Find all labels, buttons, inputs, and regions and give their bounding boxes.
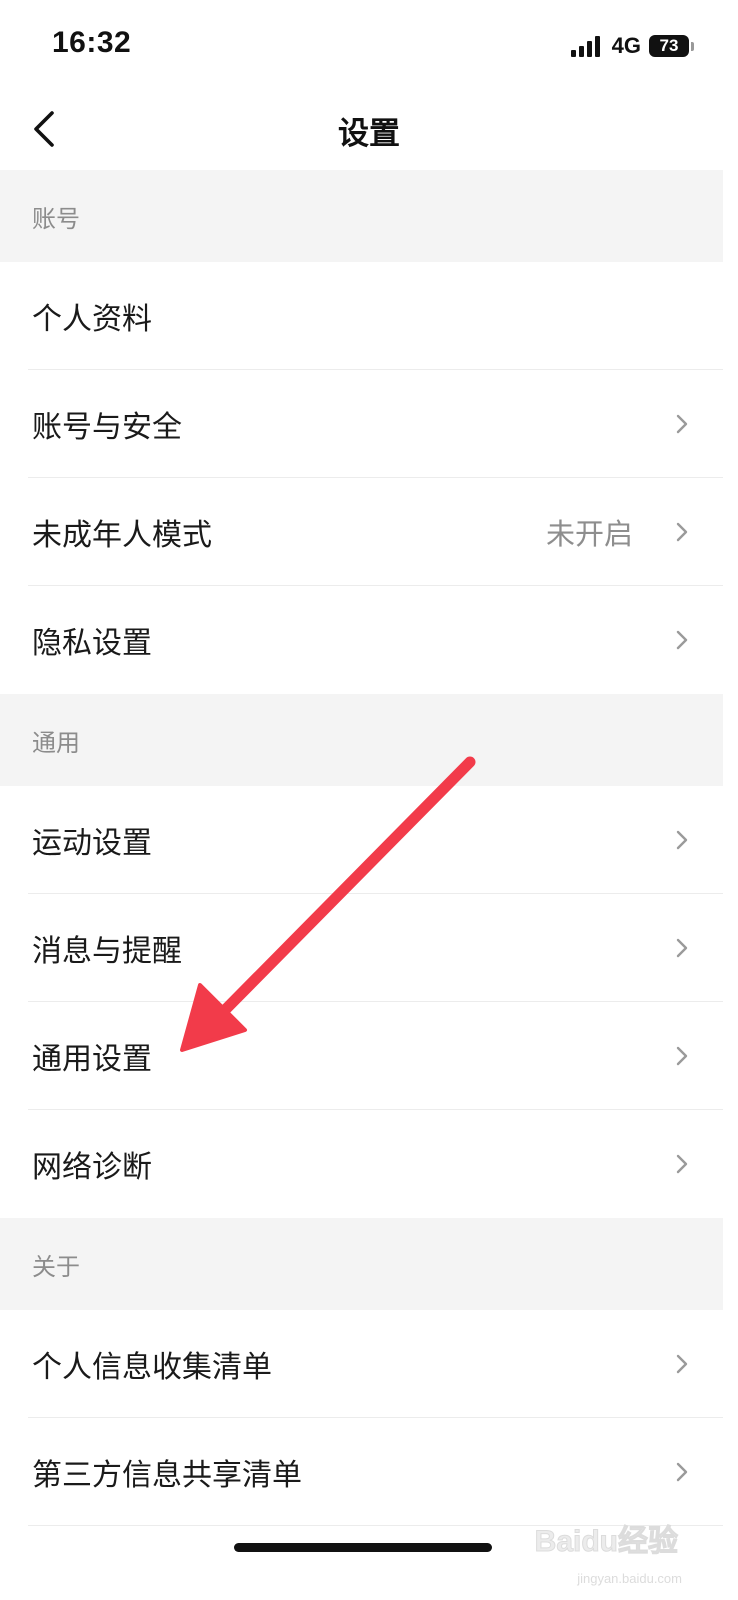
chevron-right-icon xyxy=(676,1462,688,1482)
status-icons: 4G 73 xyxy=(570,33,694,59)
section-header-about: 关于 xyxy=(0,1218,723,1310)
chevron-right-icon xyxy=(676,938,688,958)
settings-list: 账号 个人资料 账号与安全 未成年人模式 未开启 隐私设置 通用 运动设置 消息… xyxy=(0,170,723,1526)
settings-item-privacy[interactable]: 隐私设置 xyxy=(0,586,723,694)
watermark-url: jingyan.baidu.com xyxy=(577,1571,682,1586)
settings-item-label: 隐私设置 xyxy=(32,626,152,661)
settings-item-label: 消息与提醒 xyxy=(32,934,182,969)
network-type: 4G xyxy=(611,33,641,58)
settings-item-sport[interactable]: 运动设置 xyxy=(0,786,723,894)
status-bar: 16:32 4G 73 xyxy=(0,0,738,92)
navigation-bar: 设置 xyxy=(0,92,738,170)
battery-level: 73 xyxy=(659,36,679,55)
settings-item-label: 个人信息收集清单 xyxy=(32,1350,272,1385)
watermark: Baidu经验 xyxy=(534,1516,678,1560)
status-time: 16:32 xyxy=(52,26,132,59)
right-gutter xyxy=(723,0,738,1600)
settings-item-network-diagnosis[interactable]: 网络诊断 xyxy=(0,1110,723,1218)
settings-item-label: 运动设置 xyxy=(32,826,152,861)
settings-item-label: 通用设置 xyxy=(32,1042,152,1077)
settings-item-label: 未成年人模式 xyxy=(32,518,212,553)
battery-tip xyxy=(691,41,694,51)
chevron-right-icon xyxy=(676,630,688,650)
settings-item-account-security[interactable]: 账号与安全 xyxy=(0,370,723,478)
chevron-right-icon xyxy=(676,1046,688,1066)
section-header-account: 账号 xyxy=(0,170,723,262)
settings-item-label: 个人资料 xyxy=(32,302,152,337)
settings-item-label: 第三方信息共享清单 xyxy=(32,1458,302,1493)
settings-item-third-party-list[interactable]: 第三方信息共享清单 xyxy=(0,1418,723,1526)
settings-item-profile[interactable]: 个人资料 xyxy=(0,262,723,370)
settings-item-minor-mode[interactable]: 未成年人模式 未开启 xyxy=(0,478,723,586)
chevron-right-icon xyxy=(676,522,688,542)
signal-icon xyxy=(570,35,600,57)
settings-item-label: 账号与安全 xyxy=(32,410,182,445)
settings-item-personal-info-list[interactable]: 个人信息收集清单 xyxy=(0,1310,723,1418)
settings-item-notifications[interactable]: 消息与提醒 xyxy=(0,894,723,1002)
watermark-logo: Baidu经验 xyxy=(534,1525,678,1559)
home-indicator[interactable] xyxy=(234,1543,492,1552)
settings-item-label: 网络诊断 xyxy=(32,1150,152,1185)
chevron-right-icon xyxy=(676,414,688,434)
battery-icon: 73 xyxy=(649,35,689,57)
settings-item-general[interactable]: 通用设置 xyxy=(0,1002,723,1110)
chevron-right-icon xyxy=(676,1154,688,1174)
minor-mode-status: 未开启 xyxy=(545,517,633,551)
section-header-general: 通用 xyxy=(0,694,723,786)
page-title: 设置 xyxy=(338,116,400,152)
chevron-right-icon xyxy=(676,830,688,850)
chevron-right-icon xyxy=(676,1354,688,1374)
